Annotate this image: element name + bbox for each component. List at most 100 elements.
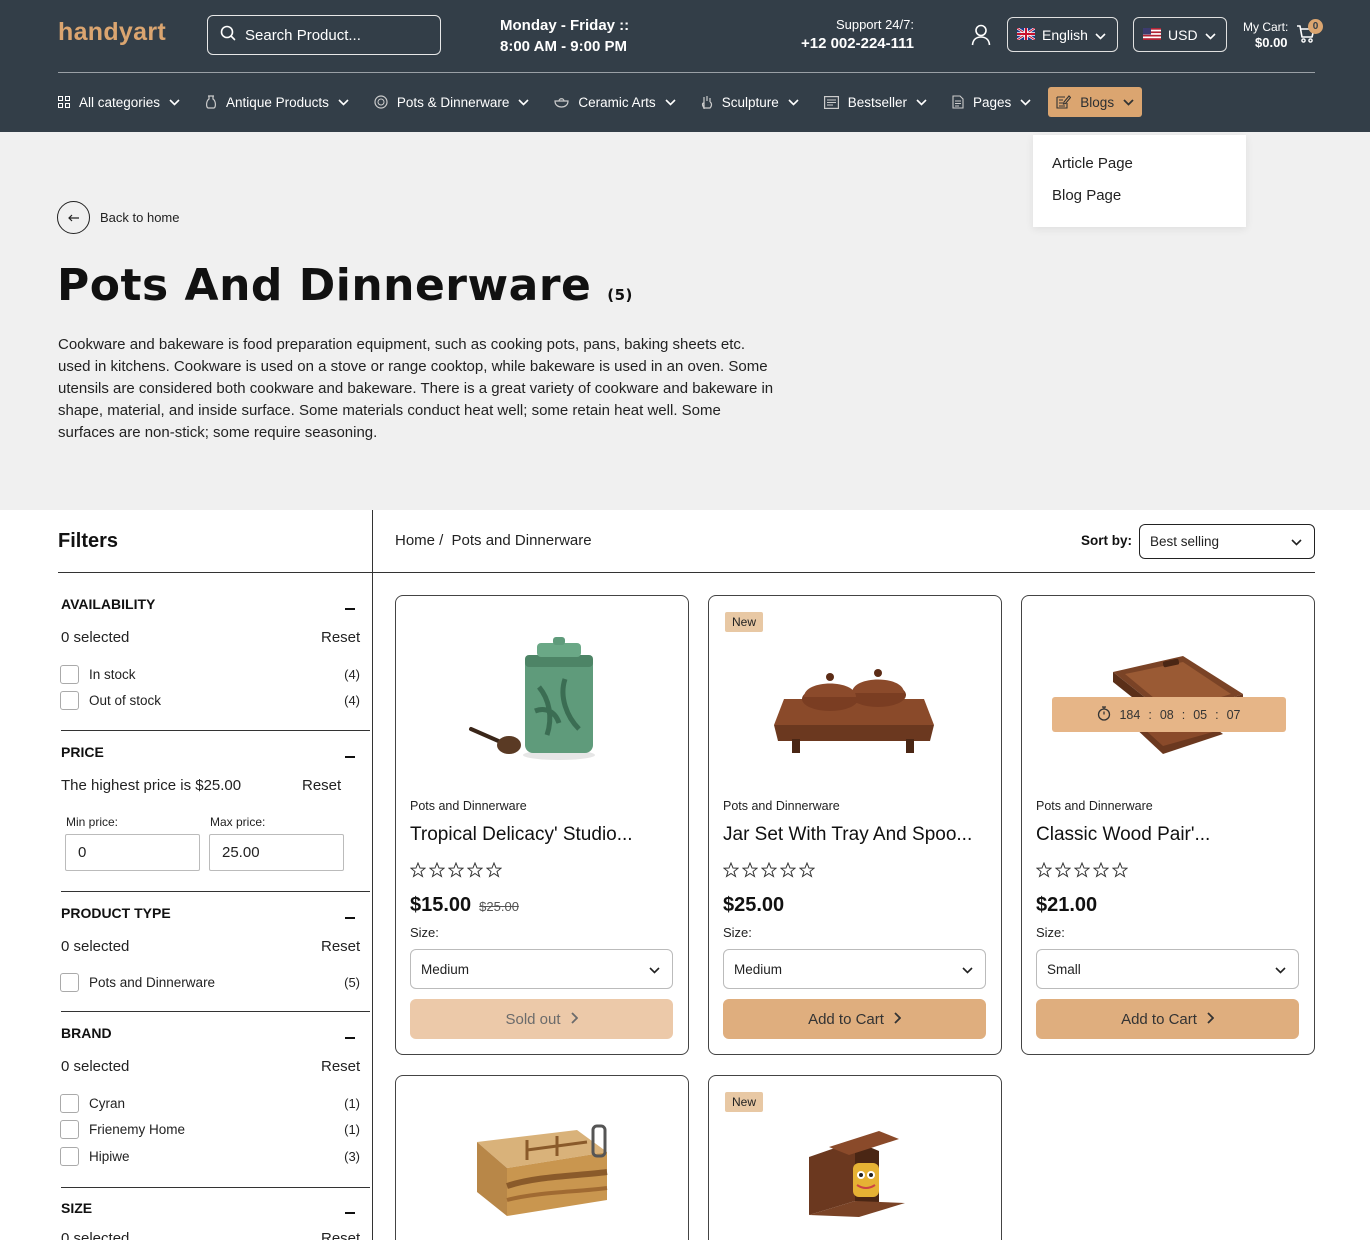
collapse-minus-icon[interactable] [345, 756, 355, 758]
collapse-minus-icon[interactable] [345, 917, 355, 919]
hours-days: Monday - Friday :: [500, 17, 630, 34]
product-image[interactable] [396, 622, 688, 782]
collapse-minus-icon[interactable] [345, 1037, 355, 1039]
nav-ceramic-arts[interactable]: Ceramic Arts [554, 87, 676, 117]
brand-reset-link[interactable]: Reset [321, 1058, 360, 1075]
checkbox[interactable] [60, 665, 79, 684]
nav-sculpture[interactable]: Sculpture [701, 87, 799, 117]
currency-selector[interactable]: USD [1133, 17, 1227, 52]
search-icon [220, 25, 236, 46]
filter-option-out-of-stock[interactable]: Out of stock [60, 691, 161, 710]
product-card[interactable]: 184: 08: 05: 07 Pots and Dinnerware Clas… [1021, 595, 1315, 1055]
sold-out-button[interactable]: Sold out [410, 999, 673, 1039]
product-card[interactable] [395, 1075, 689, 1240]
filter-option-label: Pots and Dinnerware [89, 975, 216, 990]
new-badge: New [725, 1092, 764, 1112]
menu-item-article-page[interactable]: Article Page [1052, 154, 1227, 186]
us-flag-icon [1143, 27, 1161, 43]
star-icon [723, 862, 739, 878]
search-box[interactable] [207, 15, 441, 55]
language-selector[interactable]: English [1007, 17, 1118, 52]
checkbox[interactable] [60, 1094, 79, 1113]
nav-pages[interactable]: Pages [952, 87, 1031, 117]
product-category: Pots and Dinnerware [410, 799, 527, 813]
cart-label: My Cart: [1243, 20, 1289, 34]
add-to-cart-button[interactable]: Add to Cart [723, 999, 986, 1039]
language-label: English [1042, 26, 1088, 43]
size-select[interactable]: Medium [723, 949, 986, 989]
filter-option-cyran[interactable]: Cyran [60, 1094, 125, 1113]
filter-brand-title[interactable]: BRAND [61, 1025, 112, 1041]
product-image[interactable] [709, 1092, 1001, 1240]
edit-icon [1056, 95, 1072, 109]
price-reset-link[interactable]: Reset [302, 777, 341, 794]
size-select[interactable]: Small [1036, 949, 1299, 989]
uk-flag-icon [1016, 26, 1036, 43]
filter-product-type-title[interactable]: PRODUCT TYPE [61, 905, 171, 921]
filter-option-pots-dinnerware[interactable]: Pots and Dinnerware [60, 973, 215, 992]
filter-option-count: (1) [344, 1096, 360, 1111]
timer-minutes: 05 [1193, 707, 1208, 722]
chevron-down-icon [518, 98, 529, 106]
star-icon [1074, 862, 1090, 878]
max-price-input[interactable] [209, 834, 344, 871]
filter-option-label: Cyran [89, 1096, 126, 1111]
checkbox[interactable] [60, 1147, 79, 1166]
collapse-minus-icon[interactable] [345, 608, 355, 610]
product-name[interactable]: Jar Set With Tray And Spoo... [723, 824, 972, 846]
add-to-cart-button[interactable]: Add to Cart [1036, 999, 1299, 1039]
product-category: Pots and Dinnerware [1036, 799, 1153, 813]
back-to-home-link[interactable]: Back to home [57, 201, 180, 234]
support-info: Support 24/7: +12 002-224-111 [760, 15, 914, 53]
product-name[interactable]: Classic Wood Pair'... [1036, 824, 1210, 846]
size-select[interactable]: Medium [410, 949, 673, 989]
nav-pots-dinnerware[interactable]: Pots & Dinnerware [374, 87, 530, 117]
current-price: $15.00 [410, 894, 472, 916]
filter-option-count: (3) [344, 1149, 360, 1164]
grid-icon [58, 96, 70, 108]
star-icon [1036, 862, 1052, 878]
menu-item-blog-page[interactable]: Blog Page [1052, 186, 1227, 218]
filter-option-in-stock[interactable]: In stock [60, 665, 136, 684]
nav-antique-products[interactable]: Antique Products [205, 87, 349, 117]
product-card[interactable]: Pots and Dinnerware Tropical Delicacy' S… [395, 595, 689, 1055]
product-type-selected-count: 0 selected [61, 938, 130, 955]
checkbox[interactable] [60, 1120, 79, 1139]
size-reset-link[interactable]: Reset [321, 1230, 360, 1240]
product-name[interactable]: Tropical Delicacy' Studio... [410, 824, 633, 846]
filter-option-hipiwe[interactable]: Hipiwe [60, 1147, 130, 1166]
product-image[interactable] [709, 622, 1001, 782]
header-divider [58, 72, 1315, 73]
min-price-input[interactable] [65, 834, 200, 871]
nav-label: Bestseller [847, 94, 908, 110]
site-logo[interactable]: handyart [58, 18, 166, 47]
filter-option-frienemy-home[interactable]: Frienemy Home [60, 1120, 185, 1139]
sort-select[interactable]: Best selling [1139, 524, 1315, 559]
product-type-reset-link[interactable]: Reset [321, 938, 360, 955]
checkbox[interactable] [60, 973, 79, 992]
filters-title: Filters [58, 530, 119, 552]
checkbox[interactable] [60, 691, 79, 710]
nav-all-categories[interactable]: All categories [58, 87, 180, 117]
cart-summary[interactable]: My Cart: $0.00 [1243, 19, 1288, 51]
user-account-icon[interactable] [971, 24, 991, 51]
support-phone[interactable]: +12 002-224-111 [760, 34, 914, 53]
availability-reset-link[interactable]: Reset [321, 629, 360, 646]
chevron-down-icon [1291, 534, 1302, 549]
filter-availability-title[interactable]: AVAILABILITY [61, 596, 155, 612]
filter-size-title[interactable]: SIZE [61, 1200, 92, 1216]
product-card[interactable]: New Pots and Dinnerware Jar Set With Tra… [708, 595, 1002, 1055]
nav-bestseller[interactable]: Bestseller [823, 87, 927, 117]
breadcrumb-home[interactable]: Home / [395, 532, 443, 549]
nav-blogs[interactable]: Blogs [1048, 87, 1143, 117]
product-image[interactable] [396, 1092, 688, 1240]
search-input[interactable] [245, 26, 425, 44]
filter-option-label: Out of stock [89, 693, 162, 708]
collapse-minus-icon[interactable] [345, 1212, 355, 1214]
timer-separator: : [1148, 707, 1152, 722]
filter-divider [61, 1011, 370, 1012]
new-badge: New [725, 612, 764, 632]
site-header: handyart Monday - Friday :: 8:00 AM - 9:… [0, 0, 1370, 132]
product-card[interactable]: New [708, 1075, 1002, 1240]
filter-price-title[interactable]: PRICE [61, 744, 104, 760]
